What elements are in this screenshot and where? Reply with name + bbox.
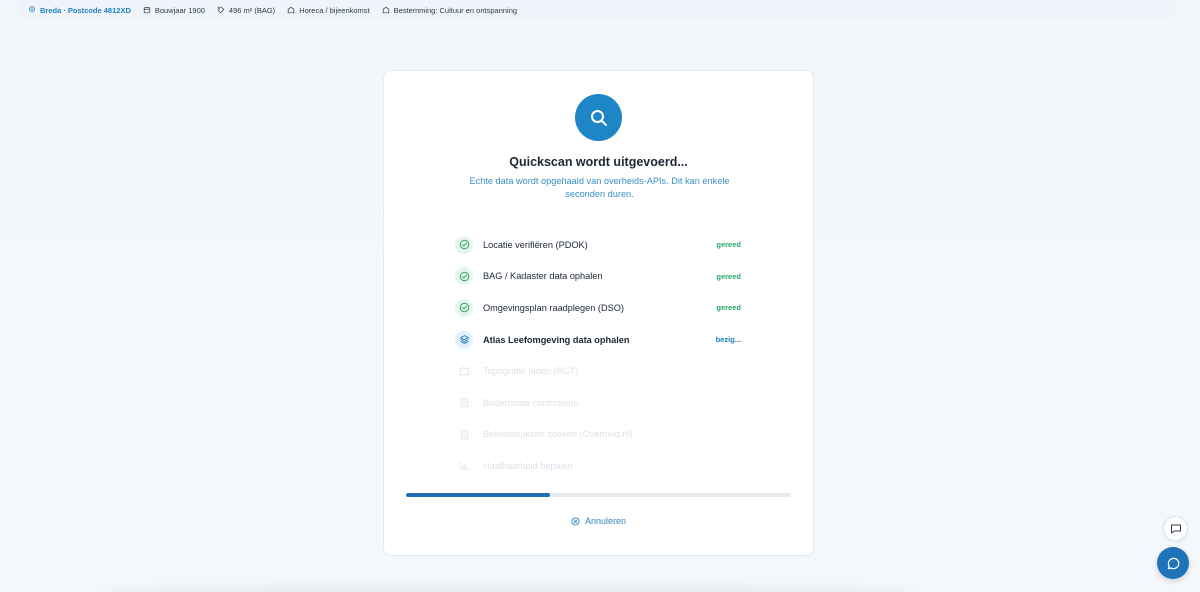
step-label: Omgevingsplan raadplegen (DSO) — [483, 302, 624, 313]
step-label: Beleidsstukken zoeken (Overheid.nl) — [483, 429, 633, 440]
step-label: BAG / Kadaster data ophalen — [483, 271, 603, 282]
quickscan-card: Quickscan wordt uitgevoerd... Echte data… — [383, 70, 814, 556]
step-item-topografie: Topografie laden (BGT) — [455, 355, 745, 387]
check-circle-icon — [455, 235, 473, 254]
step-item-bag: BAG / Kadaster data ophalen gereed — [455, 261, 745, 293]
step-label: Atlas Leefomgeving data ophalen — [483, 334, 630, 345]
page-title: Quickscan wordt uitgevoerd... — [509, 155, 688, 169]
cancel-button[interactable]: Annuleren — [384, 516, 813, 526]
document-icon — [455, 425, 473, 443]
step-label: Bodemdata controleren — [483, 397, 579, 408]
page-subtitle: Echte data wordt opgehaald van overheids… — [469, 176, 730, 199]
destination-chip: Bestemming: Cultuur en ontspanning — [382, 6, 517, 15]
chat-button[interactable] — [1157, 547, 1189, 579]
check-circle-icon — [455, 267, 473, 286]
step-list: Locatie verifiëren (PDOK) gereed BAG / K… — [455, 229, 745, 482]
step-label: Topografie laden (BGT) — [483, 366, 579, 377]
calendar-icon — [143, 7, 151, 14]
progress-bar — [406, 493, 791, 497]
step-item-beleidsstukken: Beleidsstukken zoeken (Overheid.nl) — [455, 419, 745, 451]
cancel-label: Annuleren — [584, 516, 627, 526]
step-item-atlas: Atlas Leefomgeving data ophalen bezig... — [455, 324, 745, 356]
progress-fill — [406, 493, 551, 497]
location-text: Breda · Postcode 4812XD — [40, 5, 131, 15]
step-label: Haalbaarheid bepalen — [483, 460, 573, 471]
map-pin-icon — [29, 6, 35, 13]
clipboard-icon — [455, 394, 473, 412]
step-item-bodemdata: Bodemdata controleren — [455, 387, 745, 419]
year-text: Bouwjaar 1900 — [154, 5, 205, 15]
step-status: bezig... — [715, 335, 741, 345]
step-label: Locatie verifiëren (PDOK) — [483, 239, 588, 250]
chat-bubble-icon — [1167, 557, 1179, 569]
step-status: gereed — [716, 271, 741, 281]
step-item-omgevingsplan: Omgevingsplan raadplegen (DSO) gereed — [455, 292, 745, 324]
message-square-icon — [1170, 524, 1181, 533]
step-item-locatie: Locatie verifiëren (PDOK) gereed — [455, 229, 745, 261]
step-item-haalbaarheid: Haalbaarheid bepalen — [455, 450, 745, 482]
chart-icon — [455, 457, 473, 475]
building-icon — [288, 6, 295, 14]
search-icon — [575, 94, 622, 141]
location-chip[interactable]: Breda · Postcode 4812XD — [28, 6, 131, 15]
area-chip: 496 m² (BAG) — [217, 6, 275, 15]
close-circle-icon — [571, 516, 580, 526]
building-icon — [382, 6, 389, 14]
layers-icon — [455, 330, 473, 349]
step-status: gereed — [716, 303, 741, 313]
feedback-button[interactable] — [1163, 516, 1188, 541]
map-icon — [455, 362, 473, 380]
destination-text: Bestemming: Cultuur en ontspanning — [393, 5, 518, 15]
year-chip: Bouwjaar 1900 — [143, 6, 205, 15]
check-circle-icon — [455, 298, 473, 317]
property-info-bar: Breda · Postcode 4812XD Bouwjaar 1900 49… — [18, 0, 1176, 20]
area-text: 496 m² (BAG) — [228, 5, 276, 15]
panel-shadow — [100, 586, 920, 592]
usage-text: Horeca / bijeenkomst — [299, 5, 370, 15]
tag-icon — [217, 6, 225, 14]
usage-chip: Horeca / bijeenkomst — [287, 5, 370, 15]
step-status: gereed — [716, 240, 741, 250]
